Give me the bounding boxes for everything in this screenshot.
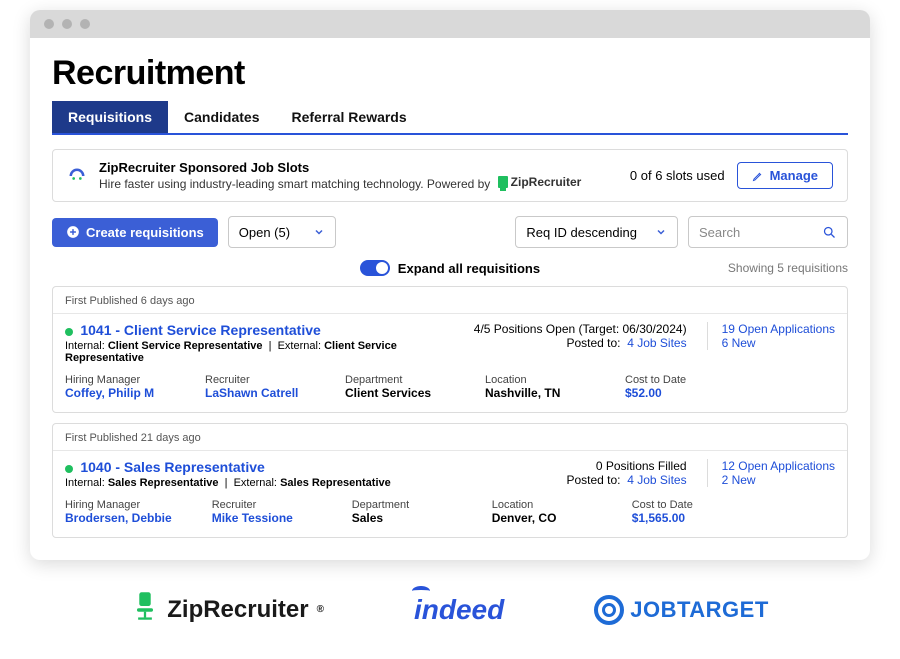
pencil-icon <box>752 170 764 182</box>
chair-icon <box>498 176 508 188</box>
ziprecruiter-text: ZipRecruiter <box>167 596 308 624</box>
recruiter-link[interactable]: Mike Tessione <box>212 511 312 525</box>
sort-value: Req ID descending <box>526 225 637 240</box>
requisition-card: First Published 21 days ago 1040 - Sales… <box>52 423 848 538</box>
new-applications-link[interactable]: 2 New <box>722 473 835 487</box>
ziprecruiter-inline-logo: ZipRecruiter <box>498 175 582 189</box>
expand-label: Expand all requisitions <box>398 261 540 276</box>
department-value: Sales <box>352 511 452 525</box>
cost-link[interactable]: $52.00 <box>625 386 725 400</box>
status-filter-select[interactable]: Open (5) <box>228 216 336 248</box>
promo-subtitle: Hire faster using industry-leading smart… <box>99 175 618 191</box>
controls-row: Create requisitions Open (5) Req ID desc… <box>52 216 848 248</box>
requisition-details: Hiring ManagerBrodersen, Debbie Recruite… <box>53 489 847 525</box>
requisition-stats: 0 Positions Filled Posted to: 4 Job Site… <box>566 459 686 487</box>
window-dot <box>62 19 72 29</box>
ziprecruiter-logo: ZipRecruiter® <box>131 590 324 629</box>
indeed-text: indeed <box>414 594 504 625</box>
create-requisitions-button[interactable]: Create requisitions <box>52 218 218 247</box>
recruiter-link[interactable]: LaShawn Catrell <box>205 386 305 400</box>
indeed-swoosh-icon <box>412 586 430 596</box>
jobtarget-logo: JOBTARGET <box>594 595 769 625</box>
jobtarget-text: JOBTARGET <box>630 597 769 623</box>
hiring-manager-link[interactable]: Brodersen, Debbie <box>65 511 172 525</box>
chevron-down-icon <box>655 226 667 238</box>
requisition-stats: 4/5 Positions Open (Target: 06/30/2024) … <box>474 322 687 350</box>
expand-row: Expand all requisitions Showing 5 requis… <box>52 260 848 276</box>
cost-link[interactable]: $1,565.00 <box>632 511 732 525</box>
create-label: Create requisitions <box>86 225 204 240</box>
status-filter-value: Open (5) <box>239 225 290 240</box>
posted-to-link[interactable]: 4 Job Sites <box>627 473 686 487</box>
requisition-card: First Published 6 days ago 1041 - Client… <box>52 286 848 413</box>
footer-logos: ZipRecruiter® indeed JOBTARGET <box>0 560 900 659</box>
requisition-title-link[interactable]: 1040 - Sales Representative <box>80 459 264 475</box>
slots-used-text: 0 of 6 slots used <box>630 168 725 183</box>
powered-by-name: ZipRecruiter <box>511 175 582 189</box>
indeed-logo: indeed <box>414 594 504 626</box>
tab-referral-rewards[interactable]: Referral Rewards <box>275 101 422 133</box>
promo-banner: ZipRecruiter Sponsored Job Slots Hire fa… <box>52 149 848 202</box>
promo-subtitle-text: Hire faster using industry-leading smart… <box>99 177 490 191</box>
location-value: Denver, CO <box>492 511 592 525</box>
applications-panel: 12 Open Applications 2 New <box>707 459 835 487</box>
internal-external-line: Internal: Sales Representative | Externa… <box>65 477 554 489</box>
hiring-manager-link[interactable]: Coffey, Philip M <box>65 386 165 400</box>
sort-select[interactable]: Req ID descending <box>515 216 678 248</box>
tab-requisitions[interactable]: Requisitions <box>52 101 168 133</box>
target-icon <box>594 595 624 625</box>
published-line: First Published 6 days ago <box>53 295 847 314</box>
showing-count: Showing 5 requisitions <box>728 261 848 275</box>
manage-label: Manage <box>770 168 818 183</box>
department-value: Client Services <box>345 386 445 400</box>
new-applications-link[interactable]: 6 New <box>722 336 835 350</box>
tabs: Requisitions Candidates Referral Rewards <box>52 101 848 135</box>
requisition-details: Hiring ManagerCoffey, Philip M Recruiter… <box>53 364 847 400</box>
page-title: Recruitment <box>52 54 848 93</box>
chevron-down-icon <box>313 226 325 238</box>
requisition-title-link[interactable]: 1041 - Client Service Representative <box>80 322 320 338</box>
search-icon <box>822 225 837 240</box>
plus-circle-icon <box>66 225 80 239</box>
positions-text: 4/5 Positions Open (Target: 06/30/2024) <box>474 322 687 336</box>
window-dot <box>44 19 54 29</box>
app-window: Recruitment Requisitions Candidates Refe… <box>30 10 870 560</box>
posted-label: Posted to: <box>566 473 620 487</box>
applications-panel: 19 Open Applications 6 New <box>707 322 835 350</box>
status-dot-icon <box>65 328 73 336</box>
posted-label: Posted to: <box>566 336 620 350</box>
internal-external-line: Internal: Client Service Representative … <box>65 340 462 364</box>
search-placeholder: Search <box>699 225 740 240</box>
window-dot <box>80 19 90 29</box>
dashboard-icon <box>67 166 87 186</box>
expand-toggle[interactable] <box>360 260 390 276</box>
open-applications-link[interactable]: 12 Open Applications <box>722 459 835 473</box>
status-dot-icon <box>65 465 73 473</box>
window-titlebar <box>30 10 870 38</box>
search-input[interactable]: Search <box>688 216 848 248</box>
location-value: Nashville, TN <box>485 386 585 400</box>
published-line: First Published 21 days ago <box>53 432 847 451</box>
open-applications-link[interactable]: 19 Open Applications <box>722 322 835 336</box>
manage-button[interactable]: Manage <box>737 162 833 189</box>
tab-candidates[interactable]: Candidates <box>168 101 275 133</box>
promo-title: ZipRecruiter Sponsored Job Slots <box>99 160 618 175</box>
posted-to-link[interactable]: 4 Job Sites <box>627 336 686 350</box>
positions-text: 0 Positions Filled <box>566 459 686 473</box>
chair-icon <box>131 590 159 629</box>
